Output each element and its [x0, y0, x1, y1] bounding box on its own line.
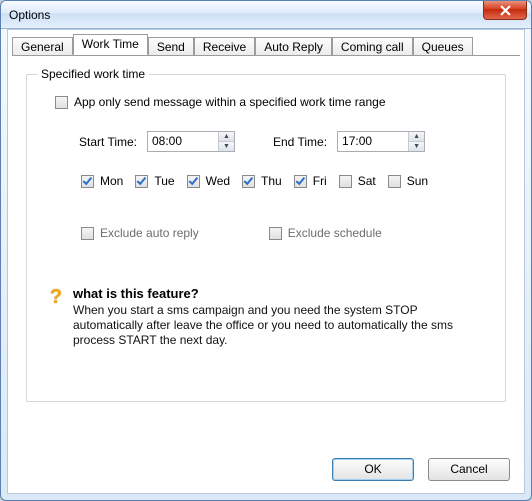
enable-work-time-label: App only send message within a specified…: [74, 95, 386, 109]
window-title: Options: [9, 8, 50, 22]
tab-auto-reply[interactable]: Auto Reply: [255, 37, 332, 56]
day-sun-label: Sun: [407, 174, 428, 188]
day-mon-label: Mon: [100, 174, 123, 188]
end-time-input[interactable]: 17:00 ▲ ▼: [337, 131, 425, 152]
exclude-autoreply-checkbox[interactable]: [81, 227, 94, 240]
cancel-button[interactable]: Cancel: [428, 458, 510, 481]
client-area: General Work Time Send Receive Auto Repl…: [7, 29, 525, 494]
tab-coming-call[interactable]: Coming call: [332, 37, 413, 56]
tab-general[interactable]: General: [12, 37, 73, 56]
day-tue-label: Tue: [154, 174, 174, 188]
exclude-schedule-label: Exclude schedule: [288, 226, 382, 240]
day-wed-checkbox[interactable]: [187, 175, 200, 188]
dialog-button-row: OK Cancel: [8, 448, 524, 493]
day-wed-label: Wed: [206, 174, 230, 188]
tab-content-work-time: Specified work time App only send messag…: [8, 56, 524, 448]
enable-work-time-checkbox[interactable]: [55, 96, 68, 109]
weekday-row: Mon Tue Wed Thu Fri Sat Sun: [81, 174, 491, 188]
start-time-down[interactable]: ▼: [219, 141, 234, 151]
options-dialog: Options General Work Time Send Receive A…: [0, 0, 532, 501]
question-icon: ?: [47, 286, 65, 348]
start-time-label: Start Time:: [67, 135, 137, 149]
start-time-up[interactable]: ▲: [219, 132, 234, 141]
specified-work-time-group: Specified work time App only send messag…: [26, 74, 506, 402]
start-time-value: 08:00: [148, 132, 218, 151]
exclude-row: Exclude auto reply Exclude schedule: [81, 226, 491, 240]
day-mon-checkbox[interactable]: [81, 175, 94, 188]
tab-work-time[interactable]: Work Time: [73, 34, 148, 55]
help-title: what is this feature?: [73, 286, 473, 301]
day-sat-checkbox[interactable]: [339, 175, 352, 188]
end-time-down[interactable]: ▼: [409, 141, 424, 151]
group-title: Specified work time: [37, 67, 149, 81]
end-time-label: End Time:: [273, 135, 327, 149]
start-time-input[interactable]: 08:00 ▲ ▼: [147, 131, 235, 152]
day-thu-checkbox[interactable]: [242, 175, 255, 188]
ok-button[interactable]: OK: [332, 458, 414, 481]
day-sat-label: Sat: [358, 174, 376, 188]
end-time-value: 17:00: [338, 132, 408, 151]
close-icon: [500, 5, 511, 16]
window-close-button[interactable]: [483, 1, 527, 20]
tab-strip: General Work Time Send Receive Auto Repl…: [8, 30, 524, 55]
day-fri-checkbox[interactable]: [294, 175, 307, 188]
exclude-autoreply-label: Exclude auto reply: [100, 226, 199, 240]
titlebar[interactable]: Options: [1, 1, 531, 29]
day-fri-label: Fri: [313, 174, 327, 188]
help-block: ? what is this feature? When you start a…: [47, 286, 491, 348]
day-thu-label: Thu: [261, 174, 282, 188]
enable-work-time-row: App only send message within a specified…: [55, 95, 491, 109]
exclude-schedule-checkbox[interactable]: [269, 227, 282, 240]
end-time-up[interactable]: ▲: [409, 132, 424, 141]
time-range-row: Start Time: 08:00 ▲ ▼ End Time: 17:00 ▲: [41, 131, 491, 152]
day-tue-checkbox[interactable]: [135, 175, 148, 188]
day-sun-checkbox[interactable]: [388, 175, 401, 188]
help-body: When you start a sms campaign and you ne…: [73, 303, 473, 348]
tab-receive[interactable]: Receive: [194, 37, 255, 56]
tab-queues[interactable]: Queues: [413, 37, 473, 56]
tab-send[interactable]: Send: [148, 37, 194, 56]
